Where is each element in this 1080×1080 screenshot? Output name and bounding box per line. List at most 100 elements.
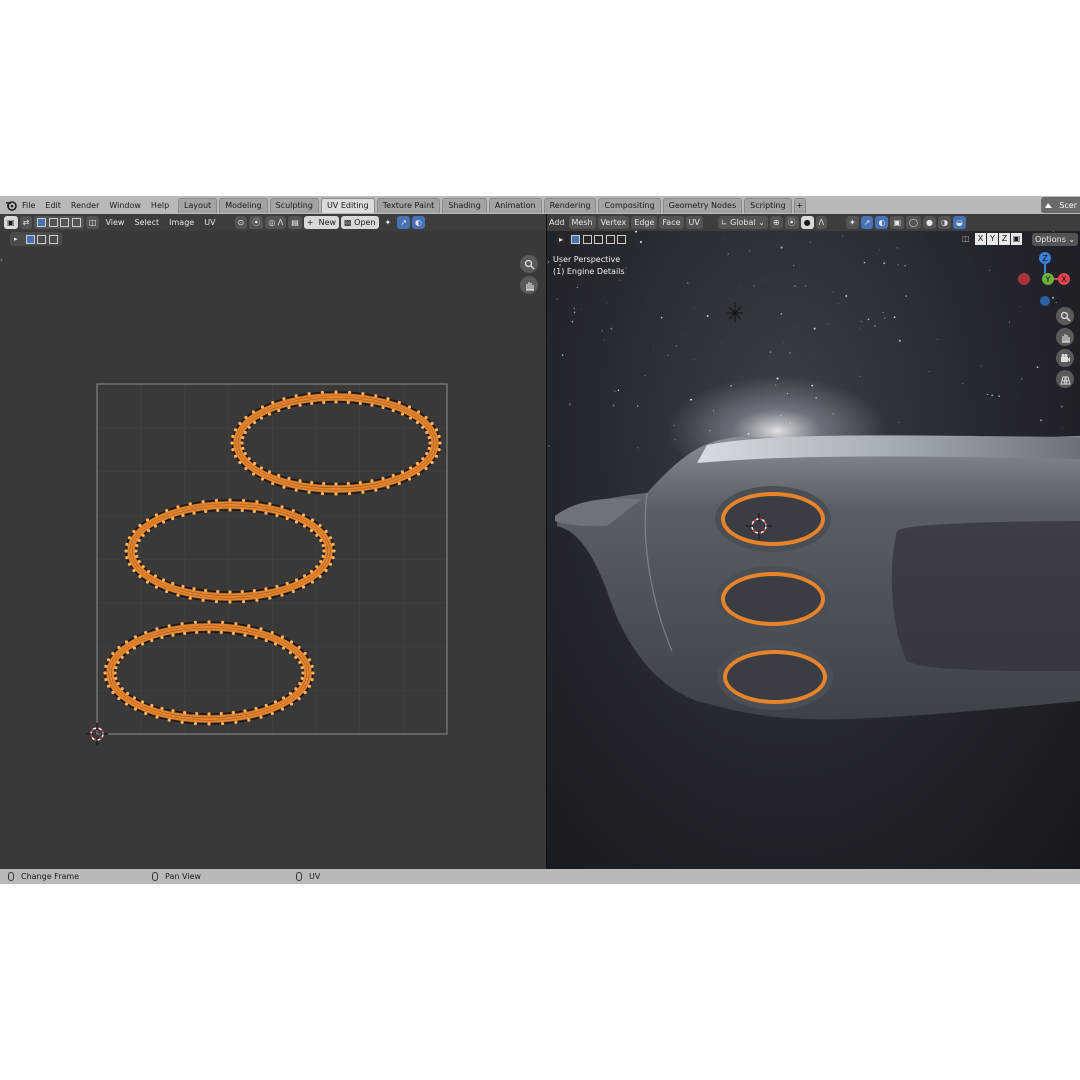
axis-lock-z[interactable]: Z [999, 233, 1010, 245]
navigation-gizmo[interactable]: Z Y X [1010, 251, 1080, 317]
mouse-middle-icon [152, 872, 158, 881]
viewport-scene [547, 231, 1080, 720]
vp-menu-vertex[interactable]: Vertex [597, 216, 630, 229]
shading-material-icon[interactable]: ◑ [937, 216, 951, 229]
status-change-frame-label: Change Frame [21, 872, 80, 881]
status-bar: Change Frame Pan View UV [0, 869, 1080, 884]
menu-render[interactable]: Render [71, 201, 99, 210]
vp-menu-edge[interactable]: Edge [631, 216, 658, 229]
visibility-icon[interactable]: ✦ [846, 216, 859, 229]
vp-menu-uv[interactable]: UV [685, 216, 703, 229]
3d-viewport-area[interactable]: ▸ ◫ X Y Z ▣ Options ⌄ User Perspective (… [547, 231, 1080, 869]
vp-pan-hand-icon[interactable] [1056, 328, 1074, 346]
pivot-point-icon[interactable]: ⊕ [769, 216, 783, 229]
gizmo-z-label: Z [1042, 254, 1048, 263]
side-recess [891, 521, 1080, 671]
uv-bounds [96, 383, 448, 735]
shading-rendered-icon[interactable]: ◒ [952, 216, 966, 229]
ortho-grid-icon[interactable] [1056, 370, 1074, 388]
uv-menu-view[interactable]: View [100, 218, 129, 227]
vp-menu-mesh[interactable]: Mesh [568, 216, 596, 229]
mouse-right-icon [296, 872, 302, 881]
options-dropdown[interactable]: Options ⌄ [1032, 233, 1079, 246]
axis-lock-x[interactable]: X [975, 233, 986, 245]
sync-selection-icon[interactable]: ⇄ [19, 216, 33, 229]
snapping-icon[interactable]: ⦿ [784, 216, 799, 229]
status-pan-view: Pan View [152, 869, 201, 884]
viewport-overlay-icon[interactable]: ◐ [875, 216, 889, 229]
editor-type-icon[interactable]: ▣ [4, 216, 18, 229]
engine-nozzle-middle[interactable] [715, 566, 831, 632]
tab-scripting[interactable]: Scripting [744, 198, 792, 213]
tab-animation[interactable]: Animation [488, 198, 542, 213]
menu-window[interactable]: Window [109, 201, 141, 210]
options-label: Options [1035, 235, 1066, 244]
vp-play-icon: ▸ [556, 233, 567, 246]
open-image-button[interactable]: ▩ Open [341, 216, 379, 229]
open-image-label: Open [354, 218, 376, 227]
vp-menu-face[interactable]: Face [659, 216, 684, 229]
vp-mirror-icon[interactable]: ◫ [962, 234, 970, 243]
image-browse-icon[interactable]: ▤ [288, 216, 302, 229]
uv-canvas [86, 383, 448, 745]
scene-icon [1045, 202, 1053, 208]
proportional-edit-icon[interactable]: ● [800, 216, 814, 229]
tab-geometry-nodes[interactable]: Geometry Nodes [662, 198, 743, 213]
engine-nozzle-bottom[interactable] [717, 644, 833, 710]
select-mode-icons[interactable] [34, 216, 84, 229]
viewport-gizmo-icon[interactable]: ↗ [860, 216, 874, 229]
status-pan-view-label: Pan View [165, 872, 201, 881]
axis-lock-extra-icon[interactable]: ▣ [1011, 233, 1022, 245]
pivot-icon[interactable]: ⊙ [234, 216, 248, 229]
sticky-select-icon[interactable]: ◫ [85, 216, 100, 229]
tab-modeling[interactable]: Modeling [219, 198, 268, 213]
axis-lock-toggles[interactable]: X Y Z ▣ [975, 233, 1023, 245]
status-uv-label: UV [309, 872, 321, 881]
vp-menu-add[interactable]: Add [546, 218, 568, 227]
gizmo-x-label: X [1061, 275, 1067, 284]
scene-selector[interactable]: Scer [1041, 197, 1080, 213]
add-workspace-button[interactable]: + [793, 198, 806, 213]
uv-menu-select[interactable]: Select [129, 218, 164, 227]
menu-help[interactable]: Help [151, 201, 169, 210]
vp-select-mode-row[interactable]: ▸ [555, 233, 630, 246]
tab-shading[interactable]: Shading [442, 198, 487, 213]
axis-lock-y[interactable]: Y [987, 233, 998, 245]
tab-layout[interactable]: Layout [178, 198, 218, 213]
workspace-tabs: Layout Modeling Sculpting UV Editing Tex… [178, 198, 808, 214]
menu-file[interactable]: File [22, 201, 35, 210]
engine-nozzle-top[interactable] [715, 486, 831, 552]
uv-menu-uv[interactable]: UV [199, 218, 220, 227]
vp-select-box-icon [568, 233, 630, 246]
uv-editor-header: ▣ ⇄ ◫ View Select Image UV ⊙ ⦿ ◎ Λ ▤ + N… [0, 214, 546, 231]
tab-compositing[interactable]: Compositing [598, 198, 661, 213]
tab-texture-paint[interactable]: Texture Paint [376, 198, 441, 213]
shading-solid-icon[interactable]: ● [922, 216, 936, 229]
gizmo-toggle-icon[interactable]: ↗ [397, 216, 410, 229]
camera-icon[interactable] [1056, 349, 1074, 367]
status-change-frame: Change Frame [8, 869, 79, 884]
falloff-icon[interactable]: Λ [815, 216, 828, 229]
toolbar-toggle-icon[interactable]: › [547, 258, 550, 266]
xray-icon[interactable]: ▣ [890, 216, 904, 229]
new-image-label: New [318, 218, 337, 227]
pin-icon[interactable]: ✦ [380, 218, 397, 227]
vp-zoom-icon[interactable] [1056, 307, 1074, 325]
menu-edit[interactable]: Edit [45, 201, 61, 210]
scene-name: Scer [1059, 200, 1077, 210]
perspective-label: User Perspective [553, 255, 621, 264]
shading-wire-icon[interactable]: ◯ [906, 216, 921, 229]
blender-logo-icon[interactable] [5, 199, 17, 211]
snap-icon[interactable]: ⦿ [249, 216, 264, 229]
proportional-icon[interactable]: ◎ Λ [265, 216, 287, 229]
new-image-button[interactable]: + New [303, 216, 340, 229]
transform-orientation-dropdown[interactable]: ∟ Global ⌄ [717, 216, 768, 229]
new-add-symbol: + [306, 218, 314, 227]
tab-rendering[interactable]: Rendering [543, 198, 597, 213]
uv-editor-area[interactable]: ▸ › [0, 231, 546, 869]
tab-uv-editing[interactable]: UV Editing [320, 198, 375, 213]
uv-menu-image[interactable]: Image [164, 218, 199, 227]
tab-sculpting[interactable]: Sculpting [269, 198, 319, 213]
blender-window: File Edit Render Window Help Layout Mode… [0, 196, 1080, 884]
overlay-toggle-icon[interactable]: ◐ [411, 216, 425, 229]
